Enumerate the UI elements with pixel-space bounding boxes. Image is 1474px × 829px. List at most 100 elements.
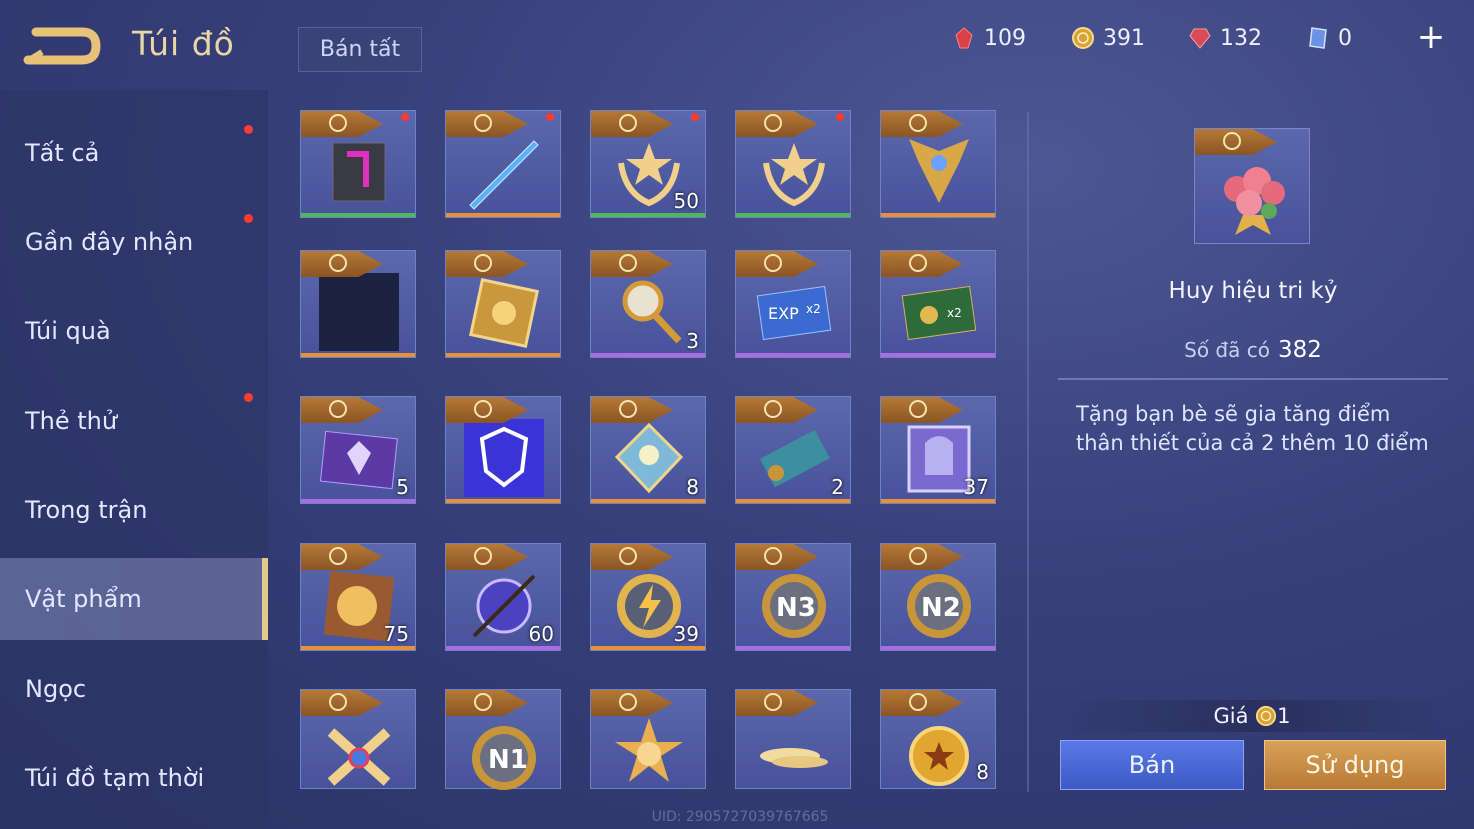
sidebar-item[interactable]: Túi đồ tạm thời [0,737,268,819]
inventory-item[interactable]: 75 [300,543,416,651]
inventory-item[interactable]: N2 [880,543,996,651]
currency-value: 132 [1220,25,1262,51]
inventory-item[interactable]: 39 [590,543,706,651]
n2-medal-icon: N2 [899,566,979,644]
inventory-item[interactable]: 37 [880,396,996,504]
inventory-item[interactable]: 60 [445,543,561,651]
coin-icon [764,114,782,132]
inventory-item[interactable]: x2 [880,250,996,358]
svg-text:x2: x2 [806,302,821,316]
coin-icon [619,693,637,711]
item-count: 8 [976,760,989,784]
ruby-gem-icon [1189,28,1211,49]
rarity-bar [591,499,705,503]
sidebar-item[interactable]: Trong trận [0,469,268,551]
currency-value: 391 [1103,25,1145,51]
coin-icon [909,254,927,272]
rarity-bar [736,499,850,503]
coin-icon [764,693,782,711]
magenta-frame-icon [319,133,399,211]
gold-x2-card-icon: x2 [899,273,979,351]
inventory-item[interactable] [735,689,851,789]
sidebar-item-label: Thẻ thử [25,407,118,435]
rarity-bar [591,353,705,357]
owned-value: 382 [1277,337,1322,363]
rarity-bar [591,213,705,217]
inventory-item[interactable]: 2 [735,396,851,504]
item-description: Tặng bạn bè sẽ gia tăng điểm thân thiết … [1076,402,1429,455]
rarity-bar [446,646,560,650]
back-button[interactable] [22,22,104,70]
inventory-item[interactable]: 5 [300,396,416,504]
price-label: Giá [1213,704,1249,728]
use-button[interactable]: Sử dụng [1264,740,1446,790]
inventory-item[interactable] [300,250,416,358]
n1-medal-icon: N1 [464,712,544,790]
svg-text:x2: x2 [947,306,962,320]
coin-icon [619,254,637,272]
svg-text:N2: N2 [921,593,961,623]
sidebar-item[interactable]: Tất cả [0,112,268,194]
sidebar-item-label: Gần đây nhận [25,228,194,256]
coin-icon [329,254,347,272]
currency-ruby: 132 [1188,22,1262,54]
coin-icon [909,400,927,418]
inventory-item[interactable] [445,396,561,504]
rarity-bar [446,353,560,357]
coin-icon [329,693,347,711]
inventory-item[interactable]: 8 [590,396,706,504]
notification-dot [546,113,554,121]
item-count: 8 [686,475,699,499]
rarity-bar [301,353,415,357]
sell-all-button[interactable]: Bán tất [298,27,422,72]
inventory-item[interactable]: 3 [590,250,706,358]
rarity-bar [736,353,850,357]
svg-text:EXP: EXP [768,304,799,323]
inventory-item[interactable] [300,689,416,789]
rarity-bar [881,646,995,650]
inventory-item[interactable]: EXP x2 [735,250,851,358]
inventory-item[interactable] [590,689,706,789]
sidebar-item[interactable]: Vật phẩm [0,558,268,640]
add-currency-button[interactable]: + [1416,20,1446,54]
inventory-item[interactable] [445,110,561,218]
currency-value: 109 [984,25,1026,51]
page-title: Túi đồ [132,24,235,63]
back-arrow-icon [23,27,101,65]
inventory-item[interactable] [300,110,416,218]
sidebar-item[interactable]: Thẻ thử [0,380,268,462]
inventory-item[interactable]: N3 [735,543,851,651]
coin-icon [474,114,492,132]
sidebar-item[interactable]: Túi quà [0,290,268,372]
inventory-item[interactable] [880,110,996,218]
inventory-item[interactable] [735,110,851,218]
item-count: 50 [673,189,699,213]
rarity-bar [301,646,415,650]
item-count: 2 [831,475,844,499]
sidebar-item-label: Vật phẩm [25,585,142,613]
inventory-item[interactable] [445,250,561,358]
rarity-bar [881,353,995,357]
purple-card-icon [319,419,399,497]
rarity-bar [881,213,995,217]
inventory-item[interactable]: 50 [590,110,706,218]
empty-dark-icon [305,263,413,353]
sun-badge-icon [609,712,689,790]
currency-value: 0 [1338,25,1352,51]
coin-icon [909,547,927,565]
sidebar-item[interactable]: Ngọc [0,648,268,730]
owned-label: Số đã có [1184,338,1270,362]
item-count: 37 [963,475,989,499]
inventory-item[interactable]: N1 [445,689,561,790]
currency-ticket: 0 [1306,22,1352,54]
coin-icon [474,547,492,565]
sidebar-item[interactable]: Gần đây nhận [0,201,268,283]
coin-icon [474,400,492,418]
coin-icon [474,693,492,711]
sidebar-item-label: Tất cả [25,139,100,167]
item-tag [1195,129,1277,155]
inventory-item[interactable]: 8 [880,689,996,789]
coin-icon [329,400,347,418]
coin-icon [329,114,347,132]
sell-button[interactable]: Bán [1060,740,1244,790]
